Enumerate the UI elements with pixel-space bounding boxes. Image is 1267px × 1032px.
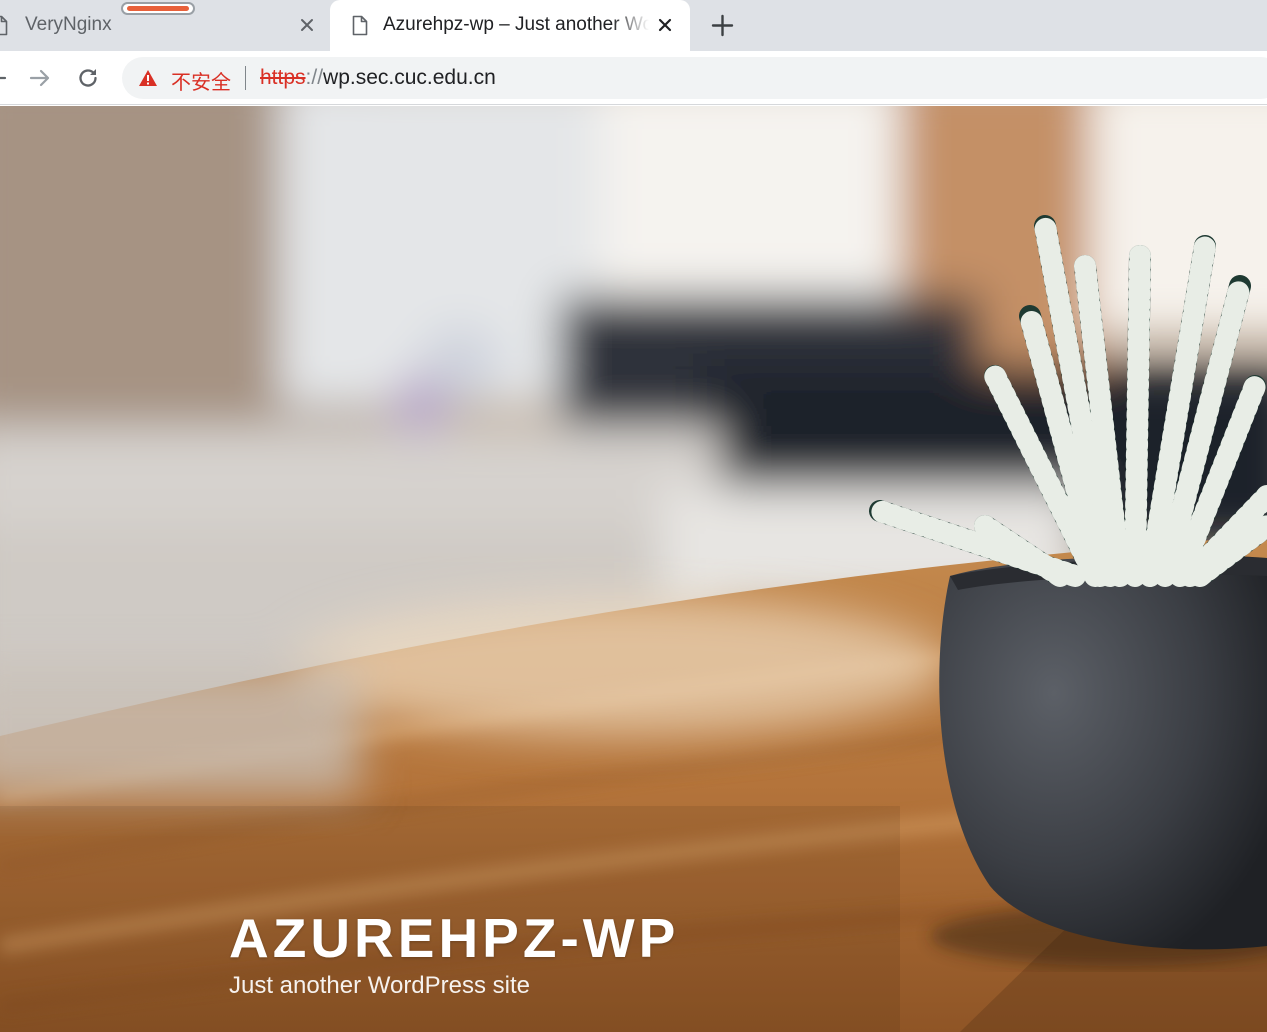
page-icon — [352, 15, 368, 36]
site-title[interactable]: AZUREHPZ-WP — [229, 906, 679, 970]
tab-strip: VeryNginx Azurehpz-wp – Just another Wor… — [0, 0, 1267, 51]
url-scheme: https — [260, 66, 306, 89]
tab-azurehpz-wp[interactable]: Azurehpz-wp – Just another WordPress sit… — [330, 0, 690, 51]
forward-arrow-icon[interactable] — [27, 65, 53, 91]
reload-icon[interactable] — [75, 65, 101, 91]
url-text[interactable]: https://wp.sec.cuc.edu.cn — [260, 66, 496, 90]
security-status-label[interactable]: 不安全 — [171, 66, 231, 95]
address-bar[interactable]: 不安全 https://wp.sec.cuc.edu.cn — [122, 57, 1267, 99]
url-host: wp.sec.cuc.edu.cn — [323, 66, 496, 89]
header-background-image — [0, 106, 1267, 1032]
site-header-hero: AZUREHPZ-WP Just another WordPress site — [0, 106, 1267, 1032]
close-icon[interactable] — [655, 15, 675, 35]
url-separator: :// — [305, 66, 324, 89]
page-icon — [0, 15, 8, 36]
tab-title: VeryNginx — [25, 14, 112, 35]
warning-triangle-icon[interactable] — [138, 69, 158, 87]
browser-toolbar: 不安全 https://wp.sec.cuc.edu.cn — [0, 51, 1267, 105]
back-arrow-icon[interactable] — [0, 65, 10, 91]
tab-title: Azurehpz-wp – Just another WordPress sit… — [383, 14, 649, 35]
tab-audio-indicator — [121, 2, 195, 15]
tab-verynginx[interactable]: VeryNginx — [0, 0, 330, 51]
omnibox-divider — [245, 66, 246, 90]
new-tab-icon[interactable] — [710, 13, 735, 38]
close-icon[interactable] — [297, 15, 317, 35]
site-description: Just another WordPress site — [229, 972, 531, 999]
